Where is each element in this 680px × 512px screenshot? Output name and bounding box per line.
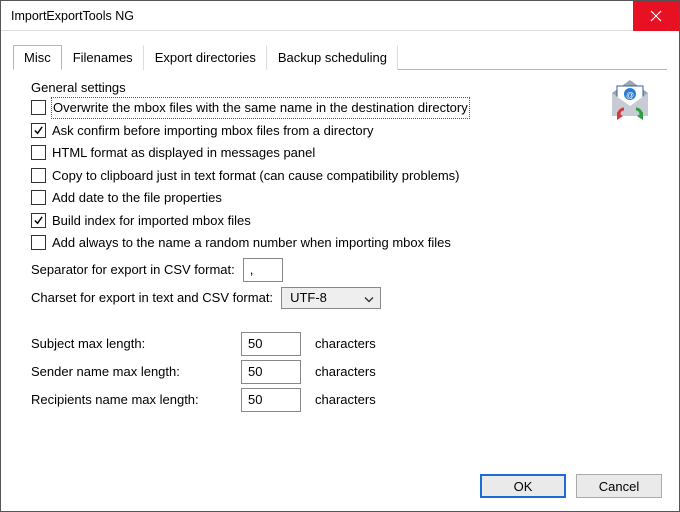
label-sender-max: Sender name max length: <box>31 364 241 379</box>
label-build-index: Build index for imported mbox files <box>52 211 251 231</box>
dialog-footer: OK Cancel <box>480 474 662 498</box>
label-copy-clipboard: Copy to clipboard just in text format (c… <box>52 166 460 186</box>
tab-export-directories[interactable]: Export directories <box>144 45 267 70</box>
checkbox-add-date[interactable] <box>31 190 46 205</box>
tab-panel-misc: @ General settings Overwrite the mbox fi… <box>1 70 679 424</box>
app-logo-icon: @ <box>605 76 655 129</box>
svg-text:@: @ <box>626 91 634 100</box>
input-sender-max[interactable] <box>241 360 301 384</box>
suffix-sender: characters <box>315 364 376 379</box>
select-charset-value: UTF-8 <box>290 290 327 305</box>
label-html-format: HTML format as displayed in messages pan… <box>52 143 315 163</box>
titlebar: ImportExportTools NG <box>1 1 679 31</box>
label-charset: Charset for export in text and CSV forma… <box>31 290 273 305</box>
tab-backup-scheduling[interactable]: Backup scheduling <box>267 45 398 70</box>
suffix-subject: characters <box>315 336 376 351</box>
label-add-date: Add date to the file properties <box>52 188 222 208</box>
checkbox-html-format[interactable] <box>31 145 46 160</box>
input-separator[interactable] <box>243 258 283 282</box>
ok-button[interactable]: OK <box>480 474 566 498</box>
chevron-down-icon <box>364 290 374 305</box>
checkbox-overwrite[interactable] <box>31 100 46 115</box>
input-subject-max[interactable] <box>241 332 301 356</box>
label-recipients-max: Recipients name max length: <box>31 392 241 407</box>
label-separator: Separator for export in CSV format: <box>31 262 235 277</box>
checkbox-add-random[interactable] <box>31 235 46 250</box>
input-recipients-max[interactable] <box>241 388 301 412</box>
checkbox-ask-confirm[interactable] <box>31 123 46 138</box>
label-overwrite: Overwrite the mbox files with the same n… <box>52 98 469 118</box>
select-charset[interactable]: UTF-8 <box>281 287 381 309</box>
tab-bar: Misc Filenames Export directories Backup… <box>13 45 667 70</box>
close-icon <box>650 10 662 22</box>
suffix-recipients: characters <box>315 392 376 407</box>
window-title: ImportExportTools NG <box>1 9 633 23</box>
general-settings-heading: General settings <box>31 80 655 95</box>
checkbox-copy-clipboard[interactable] <box>31 168 46 183</box>
label-ask-confirm: Ask confirm before importing mbox files … <box>52 121 374 141</box>
checkbox-build-index[interactable] <box>31 213 46 228</box>
label-add-random: Add always to the name a random number w… <box>52 233 451 253</box>
tab-misc[interactable]: Misc <box>13 45 62 70</box>
close-button[interactable] <box>633 1 679 31</box>
cancel-button[interactable]: Cancel <box>576 474 662 498</box>
label-subject-max: Subject max length: <box>31 336 241 351</box>
tab-filenames[interactable]: Filenames <box>62 45 144 70</box>
